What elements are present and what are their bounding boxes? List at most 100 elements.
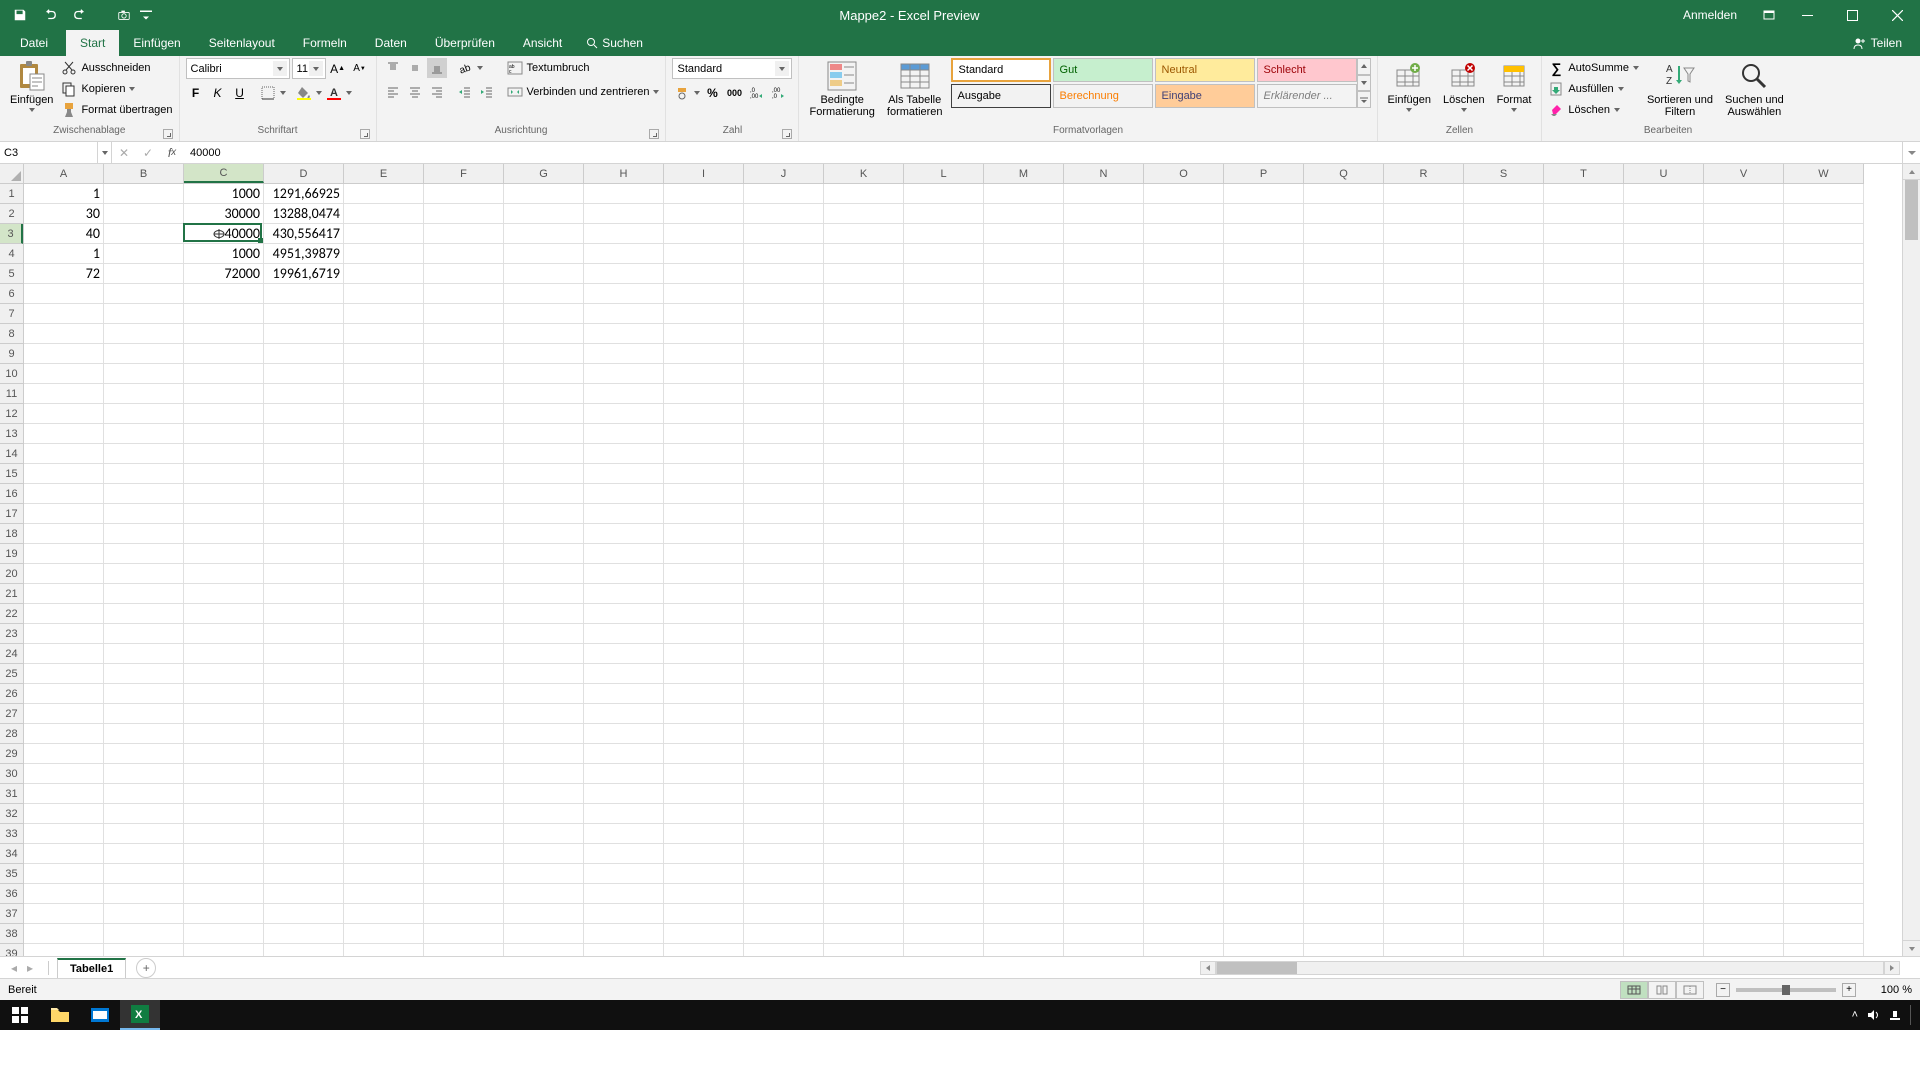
- cell[interactable]: [664, 604, 744, 624]
- cell[interactable]: [1064, 204, 1144, 224]
- cell[interactable]: [424, 924, 504, 944]
- number-format-combo[interactable]: Standard: [672, 58, 792, 79]
- cell[interactable]: [184, 544, 264, 564]
- cell[interactable]: [584, 344, 664, 364]
- cell[interactable]: [264, 884, 344, 904]
- cell[interactable]: [1784, 504, 1864, 524]
- cell[interactable]: [984, 744, 1064, 764]
- decrease-font-button[interactable]: A▼: [350, 59, 370, 79]
- cell[interactable]: [1784, 464, 1864, 484]
- cell[interactable]: [1064, 564, 1144, 584]
- sort-filter-button[interactable]: AZSortieren und Filtern: [1643, 58, 1717, 120]
- tray-network-icon[interactable]: [1888, 1008, 1902, 1022]
- cell[interactable]: [664, 264, 744, 284]
- cell[interactable]: [1224, 324, 1304, 344]
- italic-button[interactable]: K: [208, 83, 228, 103]
- cell[interactable]: [344, 644, 424, 664]
- cell[interactable]: [664, 404, 744, 424]
- cell[interactable]: [424, 564, 504, 584]
- cell[interactable]: [1144, 844, 1224, 864]
- cell[interactable]: [344, 744, 424, 764]
- cell[interactable]: [1784, 204, 1864, 224]
- cell[interactable]: [984, 404, 1064, 424]
- autosum-button[interactable]: ∑AutoSumme: [1548, 58, 1639, 78]
- hscroll-thumb[interactable]: [1217, 962, 1297, 974]
- column-header[interactable]: B: [104, 164, 184, 183]
- cell[interactable]: [1224, 524, 1304, 544]
- cell[interactable]: [1224, 844, 1304, 864]
- cell[interactable]: [664, 224, 744, 244]
- cell[interactable]: [1144, 424, 1224, 444]
- cell[interactable]: [1624, 284, 1704, 304]
- cell[interactable]: [984, 464, 1064, 484]
- cell[interactable]: [424, 344, 504, 364]
- cell[interactable]: [1064, 284, 1144, 304]
- cell[interactable]: [344, 684, 424, 704]
- cell[interactable]: [1384, 684, 1464, 704]
- cell[interactable]: [1224, 644, 1304, 664]
- cell[interactable]: [664, 384, 744, 404]
- cell[interactable]: [1064, 704, 1144, 724]
- cell[interactable]: [1784, 484, 1864, 504]
- cell[interactable]: [1064, 364, 1144, 384]
- cell[interactable]: [504, 224, 584, 244]
- cell[interactable]: [1704, 744, 1784, 764]
- cell[interactable]: [664, 744, 744, 764]
- cell[interactable]: [504, 824, 584, 844]
- cell[interactable]: [1144, 264, 1224, 284]
- cell[interactable]: [824, 524, 904, 544]
- cell[interactable]: [184, 764, 264, 784]
- cell[interactable]: [824, 884, 904, 904]
- tell-me-search[interactable]: Suchen: [576, 30, 653, 56]
- cell[interactable]: [1624, 664, 1704, 684]
- cell[interactable]: [1464, 424, 1544, 444]
- cell[interactable]: [1544, 544, 1624, 564]
- column-header[interactable]: Q: [1304, 164, 1384, 183]
- cell[interactable]: [1304, 924, 1384, 944]
- cell[interactable]: [1544, 884, 1624, 904]
- column-header[interactable]: C: [184, 164, 264, 183]
- cell[interactable]: [824, 444, 904, 464]
- cell[interactable]: [1624, 624, 1704, 644]
- cell[interactable]: [984, 844, 1064, 864]
- cell[interactable]: [584, 324, 664, 344]
- cell[interactable]: [1144, 744, 1224, 764]
- cell[interactable]: [904, 844, 984, 864]
- cell[interactable]: [504, 404, 584, 424]
- cell[interactable]: [1704, 664, 1784, 684]
- cell[interactable]: [184, 564, 264, 584]
- cell[interactable]: [424, 324, 504, 344]
- cell[interactable]: [424, 804, 504, 824]
- cell[interactable]: [1384, 404, 1464, 424]
- cell[interactable]: [1544, 664, 1624, 684]
- cell[interactable]: [264, 344, 344, 364]
- cell[interactable]: [1144, 444, 1224, 464]
- row-header[interactable]: 11: [0, 384, 23, 404]
- decrease-decimal-button[interactable]: ,00,0: [768, 83, 788, 103]
- cell[interactable]: [24, 704, 104, 724]
- cell[interactable]: [344, 504, 424, 524]
- cell[interactable]: [1544, 824, 1624, 844]
- cell[interactable]: [824, 864, 904, 884]
- style-schlecht[interactable]: Schlecht: [1257, 58, 1357, 82]
- sheet-tab[interactable]: Tabelle1: [57, 958, 126, 978]
- column-header[interactable]: W: [1784, 164, 1864, 183]
- fill-button[interactable]: Ausfüllen: [1548, 79, 1639, 99]
- cell[interactable]: [1544, 464, 1624, 484]
- zoom-thumb[interactable]: [1782, 985, 1790, 995]
- chevron-down-icon[interactable]: [477, 66, 483, 70]
- cell[interactable]: [1224, 424, 1304, 444]
- cell[interactable]: [424, 684, 504, 704]
- cell[interactable]: [1624, 684, 1704, 704]
- cell[interactable]: [264, 524, 344, 544]
- cell[interactable]: [1144, 864, 1224, 884]
- cell[interactable]: [1464, 564, 1544, 584]
- cell[interactable]: [984, 544, 1064, 564]
- cell[interactable]: [504, 204, 584, 224]
- cell[interactable]: [584, 404, 664, 424]
- cell[interactable]: [584, 904, 664, 924]
- cell[interactable]: [104, 844, 184, 864]
- cell[interactable]: [904, 364, 984, 384]
- cell[interactable]: [424, 184, 504, 204]
- cell[interactable]: [24, 644, 104, 664]
